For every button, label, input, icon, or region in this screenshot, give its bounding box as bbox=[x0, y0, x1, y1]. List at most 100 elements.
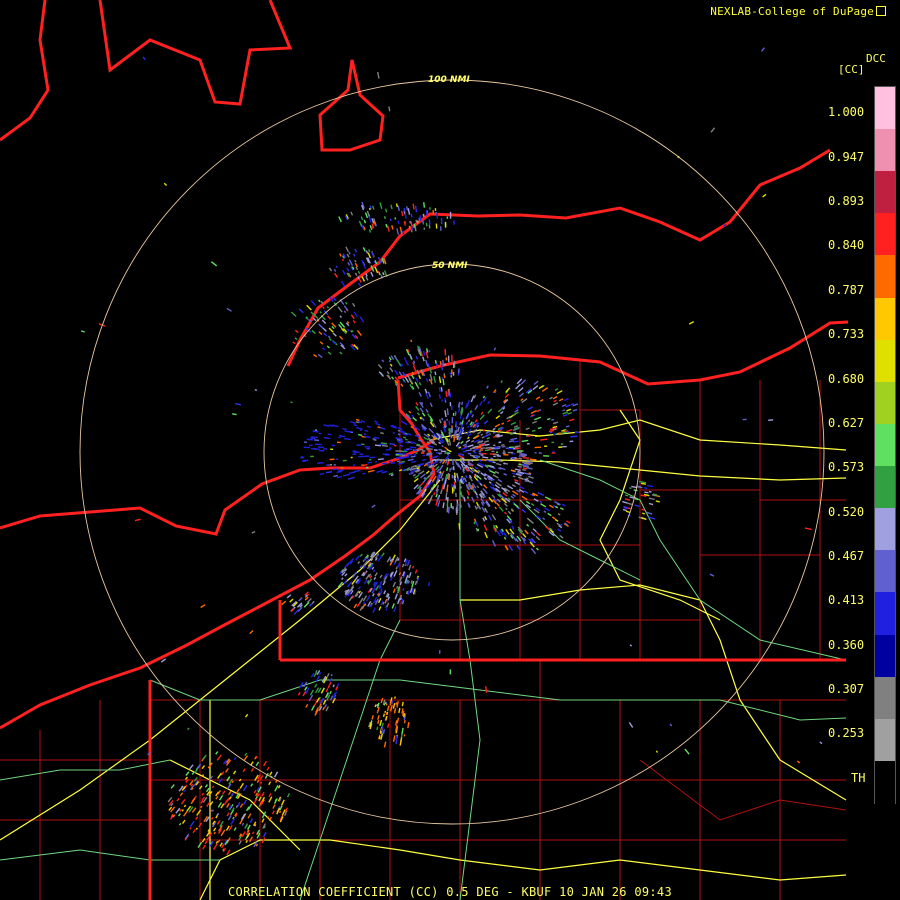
echo-gate bbox=[494, 506, 497, 510]
echo-gate bbox=[416, 443, 421, 446]
echo-gate bbox=[535, 396, 541, 400]
echo-gate bbox=[389, 704, 393, 712]
echo-gate bbox=[309, 689, 315, 696]
echo-gate bbox=[403, 357, 407, 360]
echo-gate bbox=[355, 418, 360, 422]
echo-gate bbox=[409, 446, 417, 449]
echo-gate bbox=[221, 843, 225, 849]
echo-gate bbox=[422, 356, 425, 362]
echo-gate bbox=[491, 514, 497, 521]
echo-gate bbox=[476, 506, 479, 509]
echo-gate bbox=[532, 420, 537, 424]
echo-gate bbox=[353, 253, 356, 257]
echo-gate bbox=[522, 533, 527, 538]
echo-gate bbox=[226, 307, 232, 312]
echo-gate bbox=[358, 433, 363, 436]
echo-gate bbox=[391, 376, 395, 380]
echo-gate bbox=[405, 438, 408, 441]
echo-gate bbox=[428, 219, 431, 225]
source-credit[interactable]: NEXLAB-College of DuPage bbox=[710, 5, 886, 18]
legend-unit: [CC] bbox=[838, 63, 865, 76]
echo-gate bbox=[485, 430, 490, 435]
echo-gate bbox=[216, 813, 220, 817]
echo-gate bbox=[226, 812, 230, 817]
echo-gate bbox=[504, 393, 510, 399]
scale-color-step bbox=[875, 255, 895, 299]
echo-gate bbox=[389, 443, 396, 446]
echo-gate bbox=[452, 459, 454, 466]
echo-gate bbox=[510, 433, 514, 436]
echo-gate bbox=[422, 458, 427, 462]
county-line bbox=[150, 759, 847, 841]
echo-gate bbox=[339, 315, 342, 318]
echo-gate bbox=[305, 703, 309, 708]
echo-gate bbox=[290, 401, 293, 404]
echo-gate bbox=[390, 461, 396, 465]
echo-gate bbox=[444, 446, 448, 450]
echo-gate bbox=[374, 444, 381, 447]
echo-gate bbox=[163, 182, 168, 187]
echo-gate bbox=[397, 558, 400, 562]
echo-gate bbox=[337, 469, 344, 472]
echo-gate bbox=[418, 392, 422, 397]
echo-gate bbox=[328, 337, 332, 342]
scale-color-step bbox=[875, 129, 895, 173]
echo-gate bbox=[410, 580, 413, 584]
echo-gate bbox=[350, 211, 354, 216]
echo-gate bbox=[567, 411, 573, 415]
echo-gate bbox=[298, 308, 304, 314]
echo-gate bbox=[371, 587, 376, 593]
echo-gate bbox=[410, 455, 416, 458]
echo-gate bbox=[381, 359, 385, 363]
echo-gate bbox=[379, 202, 383, 209]
echo-gate bbox=[386, 602, 390, 608]
echo-gate bbox=[634, 504, 640, 508]
echo-gate bbox=[455, 425, 458, 430]
echo-gate bbox=[342, 427, 347, 431]
echo-gate bbox=[261, 791, 265, 797]
echo-gate bbox=[168, 806, 173, 811]
echo-gate bbox=[230, 818, 235, 825]
echo-gate bbox=[286, 594, 292, 599]
echo-gate bbox=[471, 414, 475, 418]
echo-gate bbox=[530, 548, 537, 555]
echo-gate bbox=[391, 225, 394, 230]
echo-gate bbox=[568, 418, 575, 422]
echo-gate bbox=[200, 805, 203, 809]
echo-gate bbox=[369, 575, 373, 579]
echo-gate bbox=[242, 768, 246, 773]
echo-gate bbox=[255, 761, 260, 767]
echo-gate bbox=[189, 764, 194, 770]
echo-gate bbox=[492, 461, 496, 464]
echo-gate bbox=[317, 461, 324, 464]
echo-gate bbox=[410, 221, 413, 227]
echo-gate bbox=[643, 487, 648, 490]
echo-gate bbox=[306, 597, 312, 604]
echo-gate bbox=[412, 376, 415, 379]
echo-gate bbox=[486, 459, 493, 463]
echo-gate bbox=[339, 571, 343, 575]
echo-gate bbox=[521, 495, 528, 501]
echo-gate bbox=[378, 371, 385, 377]
echo-gate bbox=[543, 510, 547, 514]
echo-gate bbox=[473, 394, 477, 399]
echo-gate bbox=[429, 497, 433, 503]
echo-gate bbox=[317, 353, 323, 359]
echo-gate bbox=[527, 518, 534, 524]
echo-gate bbox=[534, 416, 542, 421]
echo-gate bbox=[381, 462, 387, 465]
echo-gate bbox=[329, 677, 333, 682]
echo-gate bbox=[346, 253, 350, 258]
echo-gate bbox=[178, 822, 182, 826]
echo-gate bbox=[457, 402, 460, 408]
echo-gate bbox=[322, 306, 325, 310]
echo-gate bbox=[279, 805, 283, 811]
echo-gate bbox=[467, 459, 470, 463]
echo-gate bbox=[505, 507, 508, 511]
echo-gate bbox=[415, 377, 419, 383]
echo-gate bbox=[334, 272, 339, 278]
echo-gate bbox=[390, 355, 395, 361]
echo-gate bbox=[370, 225, 374, 230]
echo-gate bbox=[537, 491, 545, 497]
echo-gate bbox=[251, 530, 256, 534]
